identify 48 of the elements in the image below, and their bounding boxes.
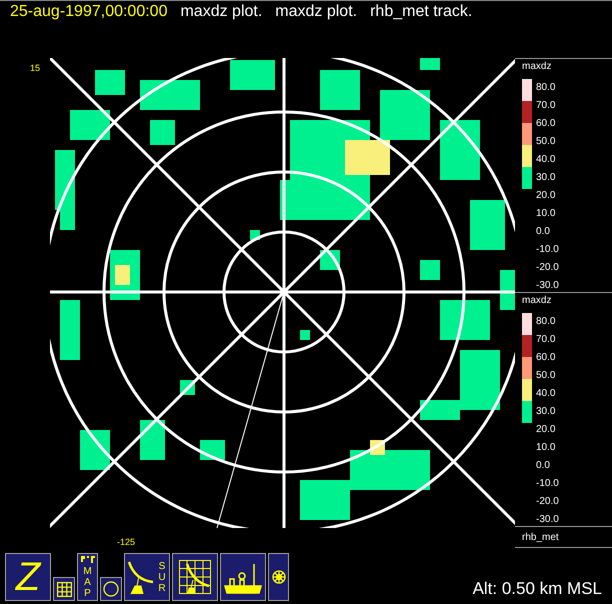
legend-title: maxdz	[522, 295, 552, 307]
timestamp: 25-aug-1997,00:00:00	[10, 3, 168, 21]
axis-label: 15	[30, 63, 40, 73]
toolbar-button[interactable]	[172, 553, 218, 601]
map-icon	[80, 556, 94, 564]
legend-value: 0.0	[536, 459, 551, 473]
legend-value: -10.0	[536, 477, 559, 491]
legend-value: 20.0	[536, 423, 556, 437]
legend-value: 20.0	[536, 189, 556, 203]
legend-value: 50.0	[536, 135, 556, 149]
legend-value: -20.0	[536, 495, 559, 509]
legend-value: 10.0	[536, 441, 556, 455]
legend-value: -30.0	[536, 279, 559, 293]
toolbar-button[interactable]: MAP	[77, 553, 98, 601]
legend-value: 70.0	[536, 333, 556, 347]
legend-value: 80.0	[536, 81, 556, 95]
circle-icon	[103, 581, 119, 597]
legend-value: 30.0	[536, 405, 556, 419]
wheel-icon	[272, 570, 286, 584]
toolbar-button[interactable]	[100, 577, 122, 601]
toolbar-button[interactable]: SUR	[124, 553, 170, 601]
legend-value: 10.0	[536, 207, 556, 221]
legend-value: 70.0	[536, 99, 556, 113]
toolbar-button[interactable]	[220, 553, 266, 601]
plot-title: rhb_met track.	[370, 3, 472, 21]
legend-value: 30.0	[536, 171, 556, 185]
radar-dish-icon	[127, 560, 153, 594]
legend-value: 0.0	[536, 225, 551, 239]
toolbar-button[interactable]	[53, 577, 75, 601]
grid-icon	[56, 582, 72, 596]
plot-title: maxdz plot.	[180, 3, 262, 21]
legend-value: -10.0	[536, 243, 559, 257]
toolbar-button[interactable]: Z	[5, 553, 51, 601]
legend-title: maxdz	[522, 61, 552, 73]
legend-value: -20.0	[536, 261, 559, 275]
axis-label: -125	[117, 537, 136, 547]
radar-grid-icon	[179, 560, 211, 594]
plot-title: maxdz plot.	[275, 3, 358, 21]
legend-value: 40.0	[536, 387, 556, 401]
legend-value: 60.0	[536, 351, 556, 365]
toolbar-button[interactable]	[268, 553, 289, 601]
legend-value: 40.0	[536, 153, 556, 167]
legend-value: -30.0	[536, 513, 559, 527]
track-name: rhb_met	[522, 532, 559, 542]
legend-value: 50.0	[536, 369, 556, 383]
altitude-label: Alt: 0.50 km MSL	[472, 579, 602, 600]
legend-value: 60.0	[536, 117, 556, 131]
legend-value: 80.0	[536, 315, 556, 329]
